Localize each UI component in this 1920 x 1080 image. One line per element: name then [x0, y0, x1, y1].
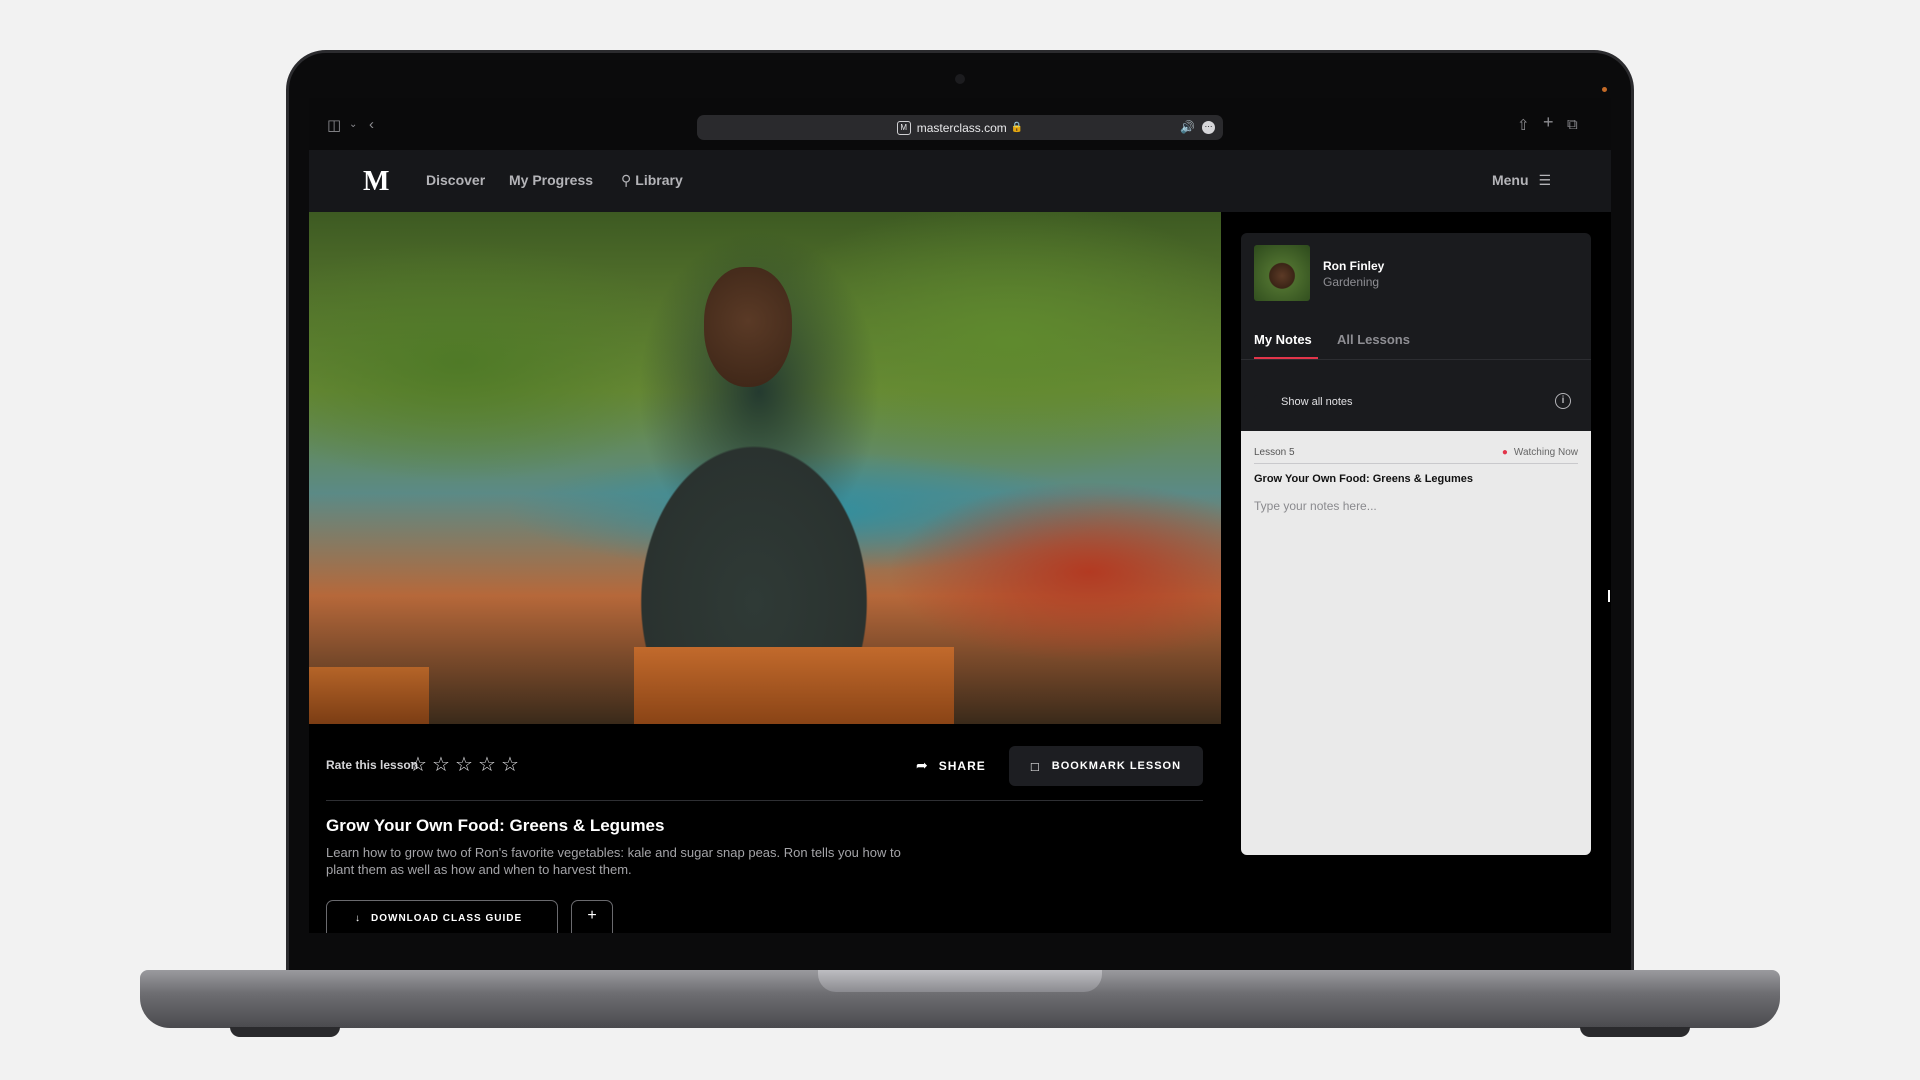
nav-my-progress[interactable]: My Progress	[509, 172, 593, 188]
nav-library-label: Library	[635, 172, 683, 188]
share-button[interactable]: ➦ SHARE	[916, 757, 986, 774]
star-icon[interactable]: ☆	[501, 752, 519, 777]
video-frame-detail	[704, 267, 792, 387]
tab-all-lessons[interactable]: All Lessons	[1337, 332, 1410, 347]
add-button[interactable]: +	[571, 900, 613, 933]
camera-led	[1602, 87, 1607, 92]
watching-now-status: ● Watching Now	[1502, 447, 1578, 458]
notes-panel: Ron Finley Gardening My Notes All Lesson…	[1241, 233, 1591, 855]
menu-button[interactable]: Menu ☰	[1492, 172, 1551, 189]
laptop-foot-right	[1580, 1027, 1690, 1037]
new-tab-icon[interactable]: +	[1543, 112, 1554, 133]
star-icon[interactable]: ☆	[432, 752, 450, 777]
notes-area: Lesson 5 ● Watching Now Grow Your Own Foo…	[1241, 431, 1591, 855]
chevron-down-icon[interactable]: ⌄	[349, 119, 357, 130]
lesson-description: Learn how to grow two of Ron's favorite …	[326, 845, 901, 877]
scrollbar[interactable]	[1608, 590, 1610, 602]
more-options-icon[interactable]: ⋯	[1202, 121, 1215, 134]
back-icon[interactable]: ‹	[369, 116, 374, 133]
rate-lesson-label: Rate this lesson	[326, 758, 419, 772]
instructor-avatar	[1254, 245, 1310, 301]
masterclass-logo[interactable]: M	[363, 166, 389, 198]
share-arrow-icon: ➦	[916, 757, 929, 773]
tab-my-notes[interactable]: My Notes	[1254, 332, 1312, 347]
info-icon[interactable]: i	[1555, 393, 1571, 409]
star-icon[interactable]: ☆	[409, 752, 427, 777]
instructor-name: Ron Finley	[1323, 259, 1385, 273]
download-label: DOWNLOAD CLASS GUIDE	[371, 913, 523, 924]
divider	[326, 800, 1203, 801]
bookmark-icon: □	[1030, 758, 1040, 774]
share-label: SHARE	[938, 759, 986, 773]
watching-now-label: Watching Now	[1513, 447, 1578, 458]
lesson-title: Grow Your Own Food: Greens & Legumes	[326, 816, 665, 835]
bookmark-lesson-button[interactable]: □ BOOKMARK LESSON	[1009, 746, 1203, 786]
download-icon: ↓	[355, 913, 361, 924]
search-icon: ⚲	[621, 172, 632, 188]
show-all-notes-checkbox[interactable]	[1254, 395, 1268, 409]
star-icon[interactable]: ☆	[455, 752, 473, 777]
tab-divider	[1241, 359, 1591, 360]
notes-input[interactable]	[1254, 499, 1574, 513]
url-text: masterclass.com	[916, 120, 1007, 135]
hamburger-icon: ☰	[1538, 172, 1551, 188]
note-lesson-title: Grow Your Own Food: Greens & Legumes	[1254, 473, 1474, 485]
download-class-guide-button[interactable]: ↓ DOWNLOAD CLASS GUIDE	[326, 900, 558, 933]
video-frame-detail	[309, 667, 429, 724]
browser-toolbar: ◫ ⌄ ‹ M masterclass.com 🔒 🔊 ⋯ ⇧ + ⧉	[309, 98, 1611, 150]
status-dot-icon: ●	[1501, 447, 1508, 458]
star-icon[interactable]: ☆	[478, 752, 496, 777]
speaker-icon[interactable]: 🔊	[1180, 120, 1195, 134]
note-lesson-number: Lesson 5	[1254, 447, 1295, 458]
video-player[interactable]	[309, 212, 1221, 724]
bookmark-label: BOOKMARK LESSON	[1051, 760, 1182, 772]
instructor-category: Gardening	[1323, 275, 1380, 289]
menu-label: Menu	[1491, 172, 1529, 188]
nav-discover[interactable]: Discover	[426, 172, 485, 188]
favicon-icon: M	[896, 120, 911, 135]
address-bar[interactable]: M masterclass.com 🔒 🔊 ⋯	[697, 115, 1223, 140]
share-icon[interactable]: ⇧	[1517, 116, 1530, 134]
site-navbar: M Discover My Progress ⚲ Library Menu ☰	[309, 150, 1611, 212]
camera	[955, 74, 965, 84]
tab-overview-icon[interactable]: ⧉	[1567, 116, 1578, 133]
lock-icon: 🔒	[1010, 122, 1024, 133]
laptop-notch	[818, 970, 1102, 992]
show-all-notes-label: Show all notes	[1281, 396, 1353, 408]
nav-library[interactable]: ⚲ Library	[621, 172, 683, 189]
laptop-foot-left	[230, 1027, 340, 1037]
video-frame-detail	[634, 647, 954, 724]
sidebar-toggle-icon[interactable]: ◫	[327, 116, 341, 134]
notes-divider	[1254, 463, 1578, 464]
screen: ◫ ⌄ ‹ M masterclass.com 🔒 🔊 ⋯ ⇧ + ⧉ M Di…	[309, 98, 1611, 933]
